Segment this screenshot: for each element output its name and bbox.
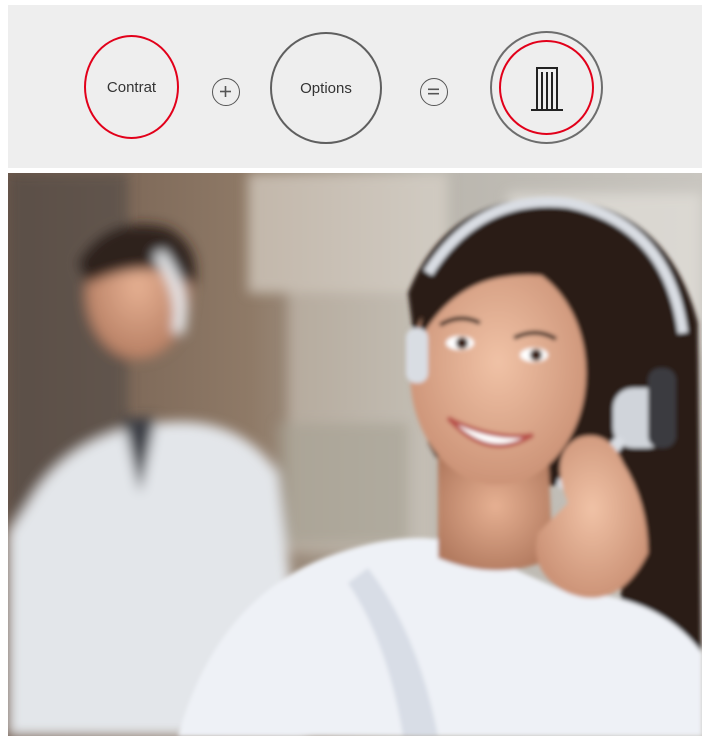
options-circle: Options	[270, 32, 382, 144]
call-center-agent-photo	[8, 173, 702, 736]
plus-icon	[212, 78, 240, 106]
formula-banner: Contrat Options	[8, 5, 702, 168]
options-label: Options	[300, 79, 352, 97]
contrat-circle: Contrat	[84, 35, 179, 139]
contrat-label: Contrat	[106, 78, 157, 96]
building-icon	[530, 66, 563, 111]
result-inner-circle	[499, 40, 594, 135]
result-circle	[490, 31, 603, 144]
equals-icon	[420, 78, 448, 106]
